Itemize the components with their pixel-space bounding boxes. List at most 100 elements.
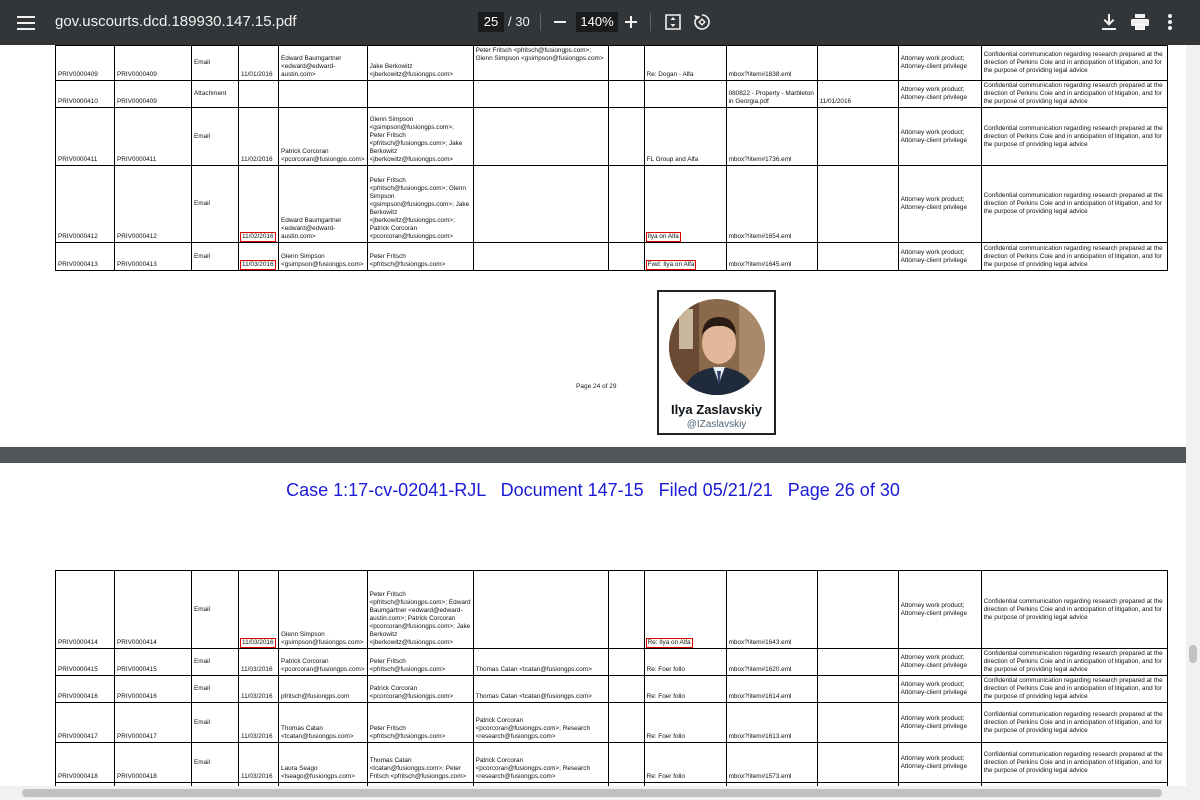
cell-privilege: Attorney work product; Attorney-client p… <box>897 80 982 108</box>
cell-description: Confidential communication regarding res… <box>980 648 1168 676</box>
cell-subject: Re: Foer follo <box>643 702 727 743</box>
cell-date-text: 11/03/2016 <box>241 733 273 740</box>
table-row: PRIV0000411 PRIV0000411 Email 11/02/2016 Pat… <box>55 107 1168 166</box>
cell-parent-id-text: PRIV0000413 <box>117 261 157 268</box>
cell-to-text: Thomas Catan <tcatan@fusiongps.com>; Pet… <box>369 757 467 780</box>
cell-parent-id-text: PRIV0000416 <box>117 693 157 700</box>
minus-icon[interactable] <box>548 10 572 34</box>
cell-privilege: Attorney work product; Attorney-client p… <box>897 702 982 743</box>
cell-privilege: Attorney work product; Attorney-client p… <box>897 242 982 271</box>
rotate-icon[interactable] <box>690 10 714 34</box>
page-separator <box>0 447 1186 463</box>
horizontal-scrollbar[interactable] <box>0 786 1186 800</box>
cell-filename: mbox?!item#1838.eml <box>725 45 818 81</box>
cell-subject: Re: Foer follo <box>643 648 727 676</box>
cell-doc-type: Email <box>191 165 239 243</box>
plus-icon[interactable] <box>619 10 643 34</box>
fit-page-icon[interactable] <box>661 10 685 34</box>
cell-from-text: Glenn Simpson <gsimpson@fusiongps.com> <box>281 253 364 268</box>
scrollbar-thumb[interactable] <box>1189 645 1197 663</box>
cell-cc <box>472 165 609 243</box>
cell-cc <box>472 242 609 271</box>
cell-privilege-text: Attorney work product; Attorney-client p… <box>900 654 967 669</box>
cell-parent-id-text: PRIV0000418 <box>117 773 157 780</box>
cell-from: Patrick Corcoran <pcorcoran@fusiongps.co… <box>278 107 368 166</box>
cell-cc-text: Patrick Corcoran <pcorcoran@fusiongps.co… <box>475 717 591 740</box>
cell-cc <box>472 107 609 166</box>
cell-parent-id: PRIV0000409 <box>114 45 192 81</box>
cell-date-text: 11/02/2016 <box>241 156 273 163</box>
toolbar-divider <box>540 13 541 31</box>
cell-privilege-text: Attorney work product; Attorney-client p… <box>900 714 967 730</box>
cell-to-text: Patrick Corcoran <pcorcoran@fusiongps.co… <box>369 685 454 700</box>
more-icon[interactable] <box>1158 10 1182 34</box>
cell-date-text: 11/02/2016 <box>240 232 276 242</box>
cell-to: Peter Fritsch <pfritsch@fusiongps.com>; … <box>366 570 474 649</box>
cell-from-text: Edward Baumgartner <edward@edward-austin… <box>281 55 342 78</box>
cell-filename: 080822 - Property - Marbleton in Georgia… <box>725 80 818 108</box>
table-row: PRIV0000417 PRIV0000417 Email 11/03/2016 Tho… <box>55 702 1168 743</box>
cell-cc: Peter Fritsch <pfritsch@fusiongps.com>; … <box>472 45 609 81</box>
cell-doc-date: 11/01/2016 <box>816 80 899 108</box>
cell-parent-id-text: PRIV0000412 <box>117 233 157 240</box>
cell-bcc <box>607 107 645 166</box>
zoom-input[interactable]: 140% <box>576 12 618 32</box>
vertical-scrollbar[interactable] <box>1186 45 1200 800</box>
cell-to-text: Glenn Simpson <gsimpson@fusiongps.com>; … <box>369 116 463 163</box>
cell-filename-text: mbox?!item#1838.eml <box>728 71 792 78</box>
cell-filename-text: mbox?!item#1645.eml <box>728 261 792 268</box>
cell-bcc <box>607 675 645 703</box>
cell-from-text: Patrick Corcoran <pcorcoran@fusiongps.co… <box>281 148 365 163</box>
profile-card: Ilya Zaslavskiy @IZaslavskiy <box>657 290 776 435</box>
cell-from: Edward Baumgartner <edward@edward-austin… <box>278 45 368 81</box>
table-row: PRIV0000416 PRIV0000416 Email 11/03/2016 pfr… <box>55 675 1168 703</box>
cell-privilege: Attorney work product; Attorney-client p… <box>897 107 982 166</box>
print-icon[interactable] <box>1128 10 1152 34</box>
scrollbar-thumb[interactable] <box>22 789 1162 797</box>
menu-icon[interactable] <box>14 11 38 35</box>
cell-subject-text: Re: Ilya on Alfa <box>645 638 693 648</box>
cell-description: Confidential communication regarding res… <box>980 570 1168 649</box>
cell-to: Peter Fritsch <pfritsch@fusiongps.com> <box>366 702 474 743</box>
cell-doc-date <box>816 648 899 676</box>
cell-doc-id: PRIV0000416 <box>55 675 115 703</box>
page-number-input[interactable]: 25 <box>478 12 504 32</box>
cell-description-text: Confidential communication regarding res… <box>983 244 1163 268</box>
cell-privilege: Attorney work product; Attorney-client p… <box>897 165 982 243</box>
cell-doc-type: Email <box>191 675 239 703</box>
cell-doc-id: PRIV0000410 <box>55 80 115 108</box>
cell-doc-id: PRIV0000414 <box>55 570 115 649</box>
cell-subject: Ilya on Alfa <box>643 165 727 243</box>
cell-to-text: Peter Fritsch <pfritsch@fusiongps.com> <box>369 253 446 268</box>
cell-parent-id: PRIV0000411 <box>114 107 192 166</box>
cell-doc-type: Email <box>191 107 239 166</box>
cell-filename-text: mbox?!item#1614.eml <box>728 693 792 700</box>
cell-subject: Fwd: Ilya on Alfa <box>643 242 727 271</box>
cell-privilege-text: Attorney work product; Attorney-client p… <box>900 196 967 211</box>
cell-privilege-text: Attorney work product; Attorney-client p… <box>900 601 967 617</box>
cell-parent-id: PRIV0000418 <box>114 742 192 783</box>
table-row: PRIV0000415 PRIV0000415 Email 11/03/2016 Pat… <box>55 648 1168 676</box>
cell-to-text: Peter Fritsch <pfritsch@fusiongps.com> <box>369 658 446 673</box>
cell-doc-date <box>816 242 899 271</box>
cell-filename-text: mbox?!item#1654.eml <box>728 233 792 240</box>
download-icon[interactable] <box>1097 10 1121 34</box>
cell-subject: Re: Ilya on Alfa <box>643 570 727 649</box>
cell-doc-type: Email <box>191 570 239 649</box>
cell-doc-type: Email <box>191 45 239 81</box>
cell-doc-id: PRIV0000412 <box>55 165 115 243</box>
cell-doc-id-text: PRIV0000411 <box>58 156 98 163</box>
cell-date: 11/03/2016 <box>238 242 279 271</box>
cell-doc-date <box>816 165 899 243</box>
cell-doc-id-text: PRIV0000409 <box>58 71 98 78</box>
cell-subject-text: Re: Foer follo <box>646 733 685 740</box>
table-row: PRIV0000409 PRIV0000409 Email 11/01/2016 Edw… <box>55 45 1168 81</box>
cell-date-text: 11/03/2016 <box>241 666 273 673</box>
cell-cc: Patrick Corcoran <pcorcoran@fusiongps.co… <box>472 742 609 783</box>
cell-doc-id: PRIV0000418 <box>55 742 115 783</box>
cell-bcc <box>607 702 645 743</box>
cell-doc-id: PRIV0000413 <box>55 242 115 271</box>
cell-bcc <box>607 45 645 81</box>
cell-parent-id-text: PRIV0000409 <box>117 98 157 105</box>
case-header: Case 1:17-cv-02041-RJL Document 147-15 F… <box>286 480 900 500</box>
